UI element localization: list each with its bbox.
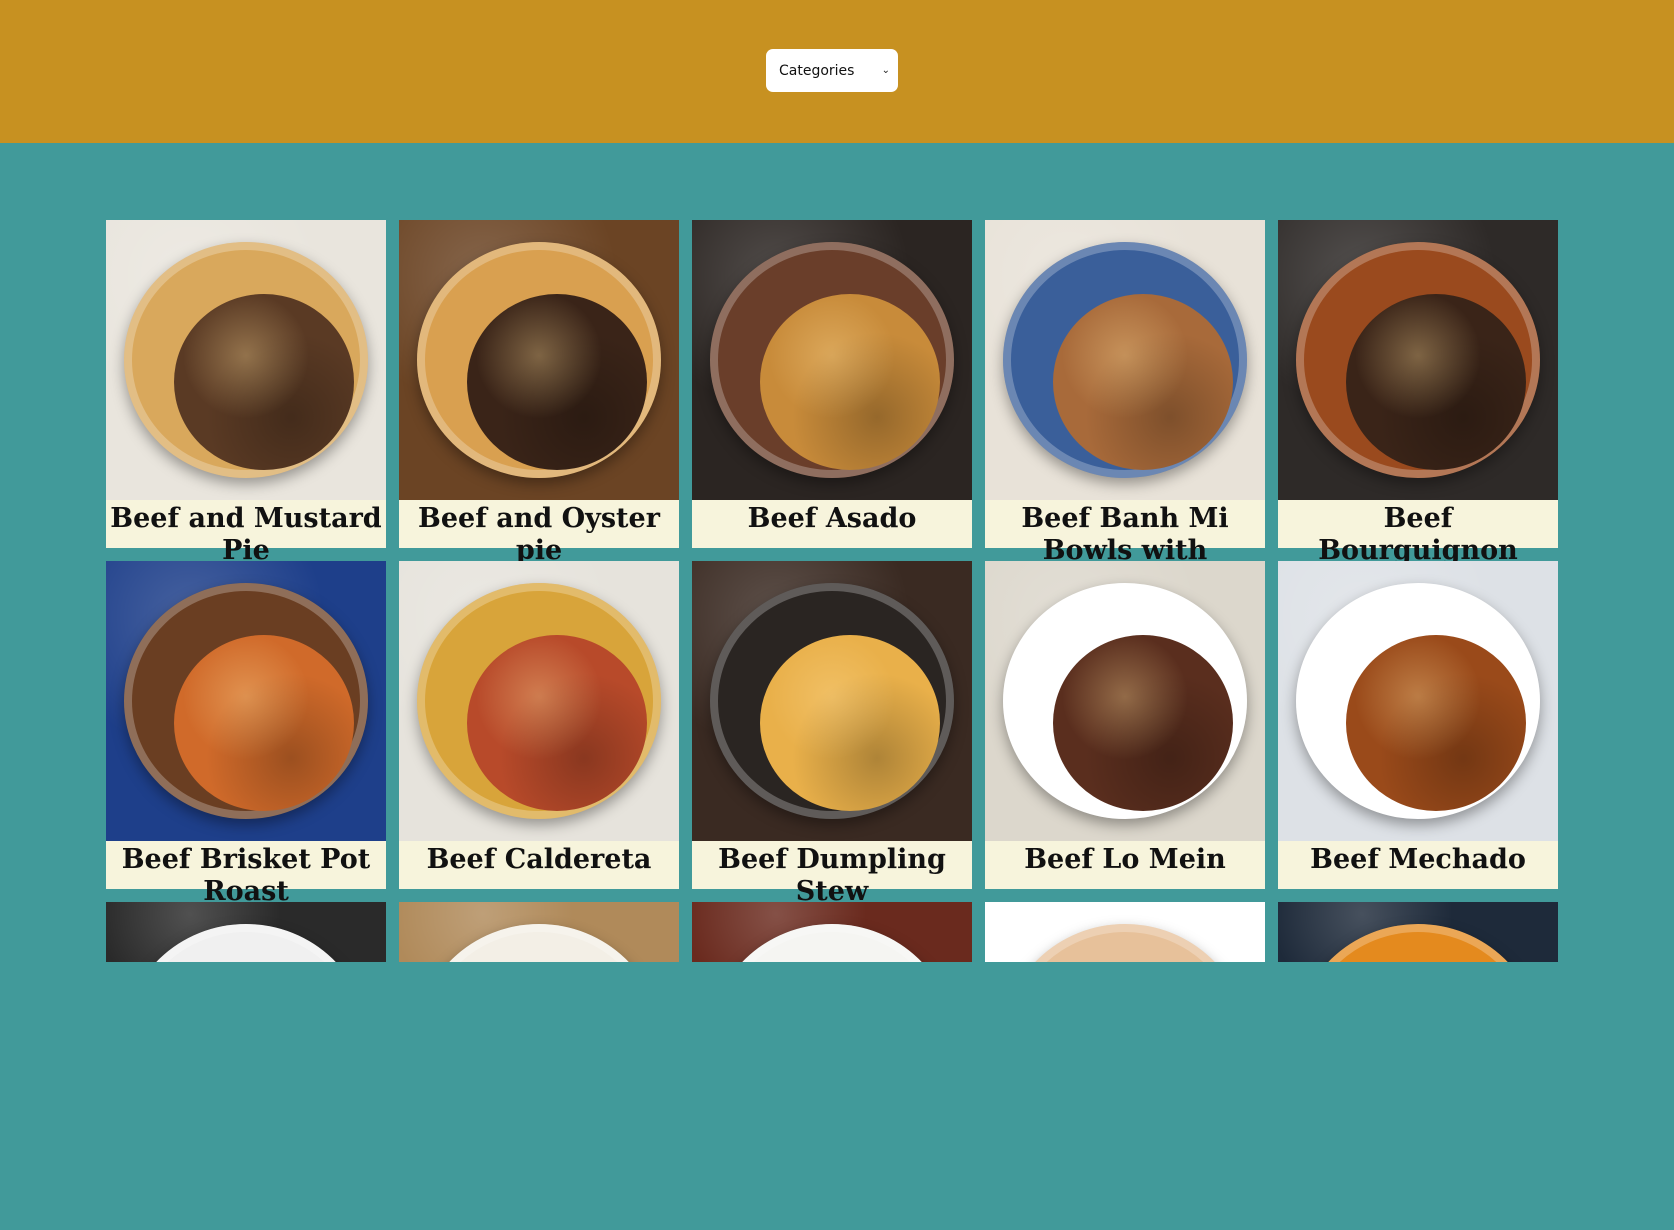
- meal-card[interactable]: [106, 902, 386, 1230]
- meal-card[interactable]: [1278, 902, 1558, 1230]
- meal-card[interactable]: Beef Brisket Pot Roast: [106, 561, 386, 907]
- meal-card[interactable]: [692, 902, 972, 1230]
- meal-thumbnail[interactable]: [399, 902, 679, 962]
- meal-card[interactable]: Beef and Mustard Pie: [106, 220, 386, 566]
- meal-title-text: Beef Asado: [747, 503, 917, 534]
- chevron-down-icon: ⌄: [881, 65, 890, 76]
- meal-card[interactable]: Beef Bourguignon: [1278, 220, 1558, 566]
- meal-thumbnail[interactable]: [985, 220, 1265, 500]
- categories-select-label: Categories: [779, 62, 855, 79]
- meal-title-text: Beef Dumpling Stew: [718, 844, 946, 907]
- meal-title[interactable]: Beef Bourguignon: [1278, 500, 1558, 566]
- meal-title-text: Beef and Mustard Pie: [110, 503, 382, 566]
- meal-card[interactable]: Beef Asado: [692, 220, 972, 548]
- meal-title[interactable]: Beef Lo Mein: [985, 841, 1265, 889]
- meal-title-text: Beef and Oyster pie: [418, 503, 660, 566]
- meal-title[interactable]: Beef Asado: [692, 500, 972, 548]
- meal-card[interactable]: Beef Mechado: [1278, 561, 1558, 889]
- meal-title-text: Beef Mechado: [1310, 844, 1526, 875]
- meal-card[interactable]: Beef Caldereta: [399, 561, 679, 889]
- meal-thumbnail[interactable]: [692, 561, 972, 841]
- meal-grid: Beef and Mustard Pie Beef and Oyster pie B…: [106, 220, 1558, 1230]
- meal-thumbnail[interactable]: [1278, 561, 1558, 841]
- meal-card[interactable]: [399, 902, 679, 1230]
- meal-title[interactable]: Beef Mechado: [1278, 841, 1558, 889]
- categories-select[interactable]: Categories ⌄: [766, 49, 898, 92]
- meal-thumbnail[interactable]: [1278, 220, 1558, 500]
- meal-title[interactable]: Beef Dumpling Stew: [692, 841, 972, 907]
- meal-thumbnail[interactable]: [985, 902, 1265, 962]
- meal-thumbnail[interactable]: [985, 561, 1265, 841]
- meal-title[interactable]: Beef and Mustard Pie: [106, 500, 386, 566]
- meal-thumbnail[interactable]: [106, 902, 386, 962]
- meal-thumbnail[interactable]: [692, 902, 972, 962]
- meal-thumbnail[interactable]: [106, 561, 386, 841]
- top-bar: Categories ⌄: [0, 0, 1674, 143]
- meal-card[interactable]: Beef Banh Mi Bowls with Sriracha Mayo, C…: [985, 220, 1265, 662]
- meal-title[interactable]: Beef Banh Mi Bowls with Sriracha Mayo, C…: [985, 500, 1265, 662]
- meal-title-text: Beef Lo Mein: [1024, 844, 1226, 875]
- meal-card[interactable]: Beef Lo Mein: [985, 561, 1265, 889]
- meal-title-text: Beef Brisket Pot Roast: [121, 844, 371, 907]
- meal-title[interactable]: Beef Caldereta: [399, 841, 679, 889]
- meal-title-text: Beef Bourguignon: [1318, 503, 1518, 566]
- meal-card[interactable]: Beef Dumpling Stew: [692, 561, 972, 907]
- meal-title[interactable]: Beef Brisket Pot Roast: [106, 841, 386, 907]
- meal-card[interactable]: Beef and Oyster pie: [399, 220, 679, 566]
- meal-title-text: Beef Caldereta: [426, 844, 652, 875]
- meal-thumbnail[interactable]: [1278, 902, 1558, 962]
- meal-thumbnail[interactable]: [399, 561, 679, 841]
- meal-card[interactable]: [985, 902, 1265, 1230]
- meal-title[interactable]: Beef and Oyster pie: [399, 500, 679, 566]
- meal-thumbnail[interactable]: [106, 220, 386, 500]
- meal-thumbnail[interactable]: [692, 220, 972, 500]
- meal-thumbnail[interactable]: [399, 220, 679, 500]
